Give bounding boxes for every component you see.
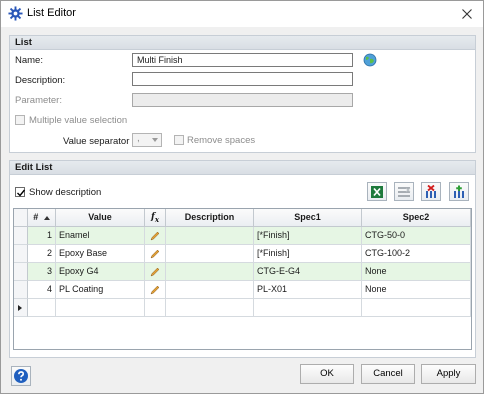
- new-row-cell[interactable]: [362, 299, 471, 317]
- help-button[interactable]: [11, 366, 31, 386]
- spec2-cell[interactable]: None: [362, 263, 471, 281]
- formula-cell[interactable]: [145, 281, 166, 299]
- value-cell[interactable]: Enamel: [56, 227, 145, 245]
- spec1-cell[interactable]: [*Finish]: [254, 245, 362, 263]
- add-column-icon: [454, 185, 464, 198]
- row-header-cell[interactable]: [14, 263, 28, 281]
- new-row-cell[interactable]: [28, 299, 56, 317]
- checkmark-icon: [17, 189, 26, 197]
- close-icon: [462, 9, 472, 19]
- spec1-cell[interactable]: [*Finish]: [254, 227, 362, 245]
- row-number-cell: 2: [28, 245, 56, 263]
- description-cell[interactable]: [166, 227, 254, 245]
- new-row-cell[interactable]: [145, 299, 166, 317]
- list-editor-window: List Editor List Name: Multi Finish Desc…: [0, 0, 484, 394]
- edit-list-section-header: Edit List: [10, 161, 475, 175]
- list-options-button: [394, 182, 414, 201]
- list-section-header: List: [10, 36, 475, 50]
- list-grid[interactable]: # Value fx Description Spec1 Spec2 1 Ena…: [13, 208, 472, 350]
- column-header-description[interactable]: Description: [166, 209, 254, 227]
- list-icon: [398, 187, 411, 197]
- row-number-cell: 4: [28, 281, 56, 299]
- globe-icon[interactable]: [363, 53, 377, 67]
- table-row[interactable]: 2 Epoxy Base [*Finish] CTG-100-2: [14, 245, 471, 263]
- sort-ascending-icon: [43, 216, 50, 220]
- grid-header-row: # Value fx Description Spec1 Spec2: [14, 209, 471, 227]
- help-icon: [14, 369, 28, 383]
- table-row[interactable]: 1 Enamel [*Finish] CTG-50-0: [14, 227, 471, 245]
- row-header-cell[interactable]: [14, 245, 28, 263]
- show-description-label: Show description: [29, 187, 102, 198]
- show-description-checkbox[interactable]: [15, 187, 26, 197]
- column-header-number[interactable]: #: [28, 209, 56, 227]
- pencil-icon: [150, 267, 160, 277]
- chevron-down-icon: [152, 138, 158, 142]
- remove-spaces-checkbox: [174, 135, 184, 145]
- parameter-input: [132, 93, 353, 107]
- new-row[interactable]: [14, 299, 471, 317]
- excel-icon: [371, 186, 383, 198]
- window-title: List Editor: [27, 7, 76, 19]
- table-row[interactable]: 3 Epoxy G4 CTG-E-G4 None: [14, 263, 471, 281]
- row-number-cell: 3: [28, 263, 56, 281]
- row-header-cell[interactable]: [14, 281, 28, 299]
- formula-cell[interactable]: [145, 263, 166, 281]
- name-label: Name:: [15, 55, 43, 66]
- description-label: Description:: [15, 75, 66, 86]
- value-cell[interactable]: Epoxy Base: [56, 245, 145, 263]
- column-header-value[interactable]: Value: [56, 209, 145, 227]
- spec2-cell[interactable]: CTG-50-0: [362, 227, 471, 245]
- remove-spaces-label: Remove spaces: [187, 135, 256, 146]
- ok-button[interactable]: OK: [300, 364, 354, 384]
- value-separator-label: Value separator: [63, 136, 130, 147]
- description-cell[interactable]: [166, 245, 254, 263]
- add-column-button[interactable]: [449, 182, 469, 201]
- gear-app-icon: [8, 6, 23, 21]
- pencil-icon: [150, 249, 160, 259]
- spec1-cell[interactable]: PL-X01: [254, 281, 362, 299]
- cancel-button[interactable]: Cancel: [361, 364, 415, 384]
- column-header-formula[interactable]: fx: [145, 209, 166, 227]
- column-header-spec2[interactable]: Spec2: [362, 209, 471, 227]
- table-row[interactable]: 4 PL Coating PL-X01 None: [14, 281, 471, 299]
- close-button[interactable]: [457, 4, 477, 24]
- new-row-cell[interactable]: [166, 299, 254, 317]
- delete-column-icon: [426, 185, 436, 198]
- grid-corner-cell: [14, 209, 28, 227]
- column-header-number-label: #: [33, 212, 39, 222]
- new-row-header-cell[interactable]: [14, 299, 28, 317]
- value-cell[interactable]: Epoxy G4: [56, 263, 145, 281]
- delete-column-button[interactable]: [421, 182, 441, 201]
- pencil-icon: [150, 285, 160, 295]
- new-row-cell[interactable]: [254, 299, 362, 317]
- value-cell[interactable]: PL Coating: [56, 281, 145, 299]
- parameter-label: Parameter:: [15, 95, 62, 106]
- pencil-icon: [150, 231, 160, 241]
- description-cell[interactable]: [166, 263, 254, 281]
- row-header-cell[interactable]: [14, 227, 28, 245]
- multiple-value-label: Multiple value selection: [29, 115, 128, 126]
- name-input[interactable]: Multi Finish: [132, 53, 353, 67]
- column-header-spec1[interactable]: Spec1: [254, 209, 362, 227]
- value-separator-combo: ,: [132, 133, 162, 147]
- spec2-cell[interactable]: CTG-100-2: [362, 245, 471, 263]
- description-cell[interactable]: [166, 281, 254, 299]
- spec2-cell[interactable]: None: [362, 281, 471, 299]
- new-row-cell[interactable]: [56, 299, 145, 317]
- formula-fx-subscript: x: [154, 214, 160, 224]
- current-row-arrow-icon: [18, 305, 22, 311]
- formula-cell[interactable]: [145, 227, 166, 245]
- apply-button[interactable]: Apply: [421, 364, 476, 384]
- multiple-value-checkbox: [15, 115, 25, 125]
- export-excel-button[interactable]: [367, 182, 387, 201]
- row-number-cell: 1: [28, 227, 56, 245]
- formula-cell[interactable]: [145, 245, 166, 263]
- description-input[interactable]: [132, 72, 353, 86]
- spec1-cell[interactable]: CTG-E-G4: [254, 263, 362, 281]
- value-separator-value: ,: [137, 133, 140, 144]
- title-bar: List Editor: [1, 1, 483, 27]
